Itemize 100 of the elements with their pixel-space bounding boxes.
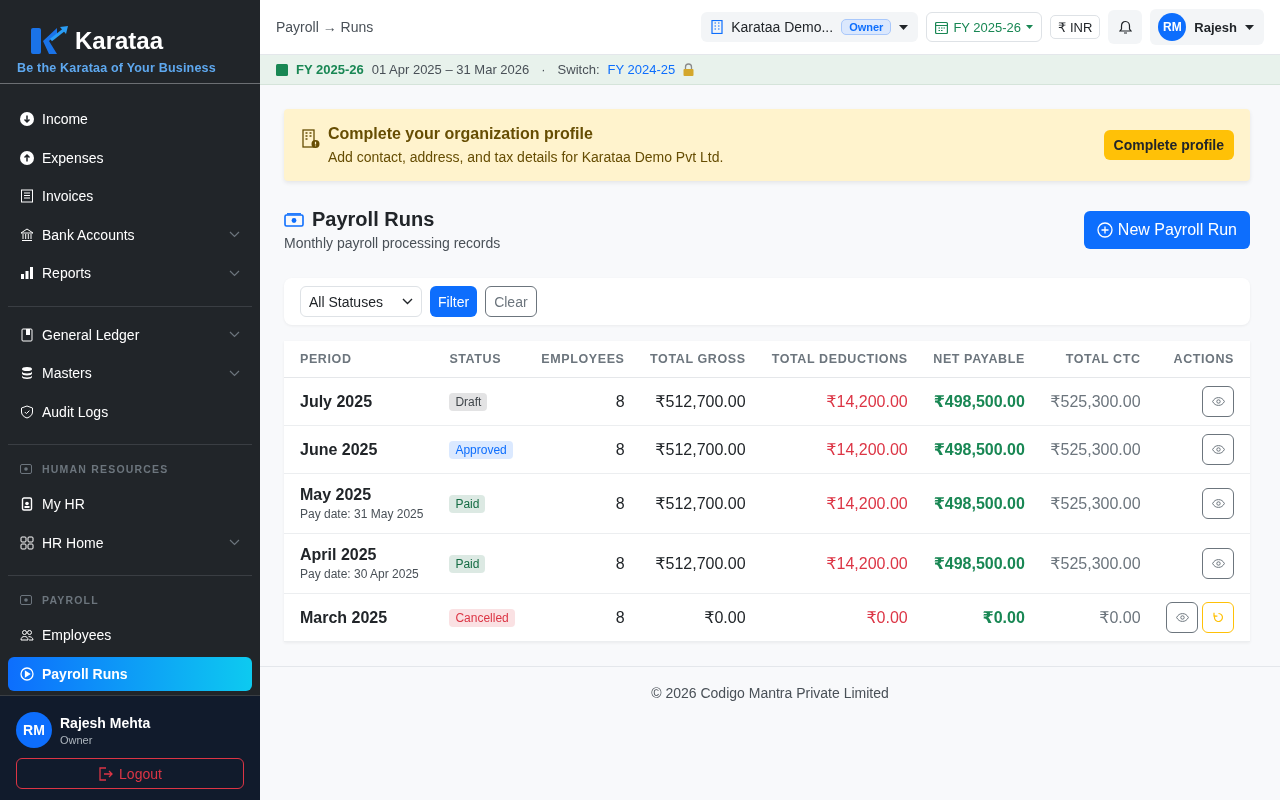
status-badge: Draft xyxy=(449,393,488,411)
table-cell: ₹498,500.00 xyxy=(933,441,1025,458)
rotate-icon xyxy=(1212,612,1224,623)
table-cell: ₹525,300.00 xyxy=(1050,495,1141,512)
view-button[interactable] xyxy=(1202,548,1234,579)
view-button[interactable] xyxy=(1202,434,1234,465)
column-header: ACTIONS xyxy=(1148,341,1250,378)
view-button[interactable] xyxy=(1166,602,1198,633)
alert-message: Add contact, address, and tax details for Karataa Demo Pvt Ltd. xyxy=(328,149,725,165)
menu-item-icon xyxy=(20,189,34,204)
column-header: TOTAL CTC xyxy=(1032,341,1149,378)
period-cell-text: April 2025 xyxy=(300,546,378,564)
column-header: TOTAL GROSS xyxy=(632,341,754,378)
pay-date: Pay date: 31 May 2025 xyxy=(300,507,425,521)
status-dropdown[interactable]: All Statuses xyxy=(300,286,422,317)
chevron-down-icon xyxy=(402,298,413,305)
table-cell: ₹14,200.00 xyxy=(826,393,908,410)
lock-icon xyxy=(683,63,695,76)
logout-button[interactable]: Logout xyxy=(16,758,244,790)
column-header: NET PAYABLE xyxy=(915,341,1033,378)
building-warning-icon xyxy=(302,129,320,149)
period-cell-text: March 2025 xyxy=(300,608,389,627)
menu-item-icon xyxy=(20,266,34,281)
table-cell: ₹0.00 xyxy=(982,609,1025,626)
fiscal-year-selector[interactable]: FY 2025-26 xyxy=(926,12,1043,42)
menu-item-icon xyxy=(20,112,34,127)
fiscal-year-link[interactable]: FY 2024-25 xyxy=(607,62,676,77)
complete-profile-button[interactable]: Complete profile xyxy=(1103,130,1234,160)
table-cell: ₹512,700.00 xyxy=(655,495,746,512)
user-role: Owner xyxy=(60,733,94,746)
status-badge: Cancelled xyxy=(449,609,515,627)
plus-circle-icon xyxy=(1096,221,1113,238)
view-button[interactable] xyxy=(1202,488,1234,519)
table-cell: ₹525,300.00 xyxy=(1050,555,1141,572)
notifications-button[interactable] xyxy=(1108,10,1143,44)
sidebar-item[interactable]: Expenses xyxy=(8,140,252,175)
table-cell: ₹525,300.00 xyxy=(1050,393,1141,410)
sidebar-item[interactable]: Payroll Runs xyxy=(8,656,252,691)
sidebar-item[interactable]: HR Home xyxy=(8,525,252,560)
table-cell: ₹0.00 xyxy=(1099,609,1141,626)
table-cell: ₹0.00 xyxy=(704,609,746,626)
eye-icon xyxy=(1211,445,1225,454)
table-cell: 8 xyxy=(615,392,625,410)
sidebar-item[interactable]: Invoices xyxy=(8,179,252,214)
table-cell: ₹498,500.00 xyxy=(933,555,1025,572)
eye-icon xyxy=(1211,499,1225,508)
menu-item-icon xyxy=(20,497,34,512)
page-title: Payroll Runs xyxy=(312,208,435,231)
eye-icon xyxy=(1175,613,1189,622)
eye-icon xyxy=(1211,397,1225,406)
caret-icon xyxy=(1026,25,1034,29)
table-cell: ₹512,700.00 xyxy=(655,441,746,458)
caret-icon xyxy=(899,24,909,30)
organization-selector[interactable]: Karataa Demo... Owner xyxy=(701,12,919,42)
fiscal-year-label: FY 2025-26 xyxy=(296,62,364,77)
menu-item-icon xyxy=(20,535,34,550)
table-cell: ₹0.00 xyxy=(866,609,908,626)
status-badge: Paid xyxy=(449,555,486,573)
fiscal-year-range: 01 Apr 2025 – 31 Mar 2026 xyxy=(371,62,530,77)
sidebar-item[interactable]: Income xyxy=(8,102,252,137)
cash-icon xyxy=(284,212,304,227)
table-cell: ₹498,500.00 xyxy=(933,495,1025,512)
filter-button[interactable]: Filter xyxy=(430,286,478,317)
section-label: PAYROLL xyxy=(42,594,99,607)
period-cell-text: July 2025 xyxy=(300,392,374,411)
section-label: HUMAN RESOURCES xyxy=(42,463,169,476)
user-name: Rajesh Mehta xyxy=(60,714,151,731)
sidebar-item[interactable]: Bank Accounts xyxy=(8,217,252,252)
sidebar-item[interactable]: Employees xyxy=(8,618,252,653)
user-avatar: RM xyxy=(16,712,52,749)
footer-text: © 2026 Codigo Mantra Private Limited xyxy=(651,685,889,701)
menu-item-icon xyxy=(20,628,34,643)
user-menu[interactable]: RM Rajesh xyxy=(1150,9,1264,45)
column-header: STATUS xyxy=(433,341,524,378)
view-button[interactable] xyxy=(1202,386,1234,417)
menu-item-icon xyxy=(20,227,34,242)
menu-item-icon xyxy=(20,327,34,342)
sidebar-item[interactable]: Audit Logs xyxy=(8,394,252,429)
sidebar-item[interactable]: Masters xyxy=(8,356,252,391)
section-icon xyxy=(20,595,32,606)
table-cell: ₹525,300.00 xyxy=(1050,441,1141,458)
table-cell: ₹498,500.00 xyxy=(933,393,1025,410)
switch-label: Switch: xyxy=(557,62,600,77)
logo-icon xyxy=(31,26,69,56)
new-payroll-run-button[interactable]: New Payroll Run xyxy=(1083,210,1250,249)
breadcrumb: Payroll → Runs xyxy=(276,19,374,35)
table-cell: ₹14,200.00 xyxy=(826,441,908,458)
status-badge: Approved xyxy=(449,441,513,459)
currency-selector[interactable]: ₹ INR xyxy=(1050,15,1101,39)
table-cell: ₹512,700.00 xyxy=(655,555,746,572)
brand-tagline: Be the Karataa of Your Business xyxy=(17,61,217,75)
menu-item-icon xyxy=(20,666,34,681)
clear-button[interactable]: Clear xyxy=(485,286,537,317)
sidebar-item[interactable]: Reports xyxy=(8,256,252,291)
separator-dot: · xyxy=(541,62,546,77)
status-badge: Paid xyxy=(449,495,486,513)
table-cell: 8 xyxy=(615,494,625,512)
table-cell: 8 xyxy=(615,554,625,572)
sidebar-item[interactable]: General Ledger xyxy=(8,317,252,352)
sidebar-item[interactable]: My HR xyxy=(8,487,252,522)
